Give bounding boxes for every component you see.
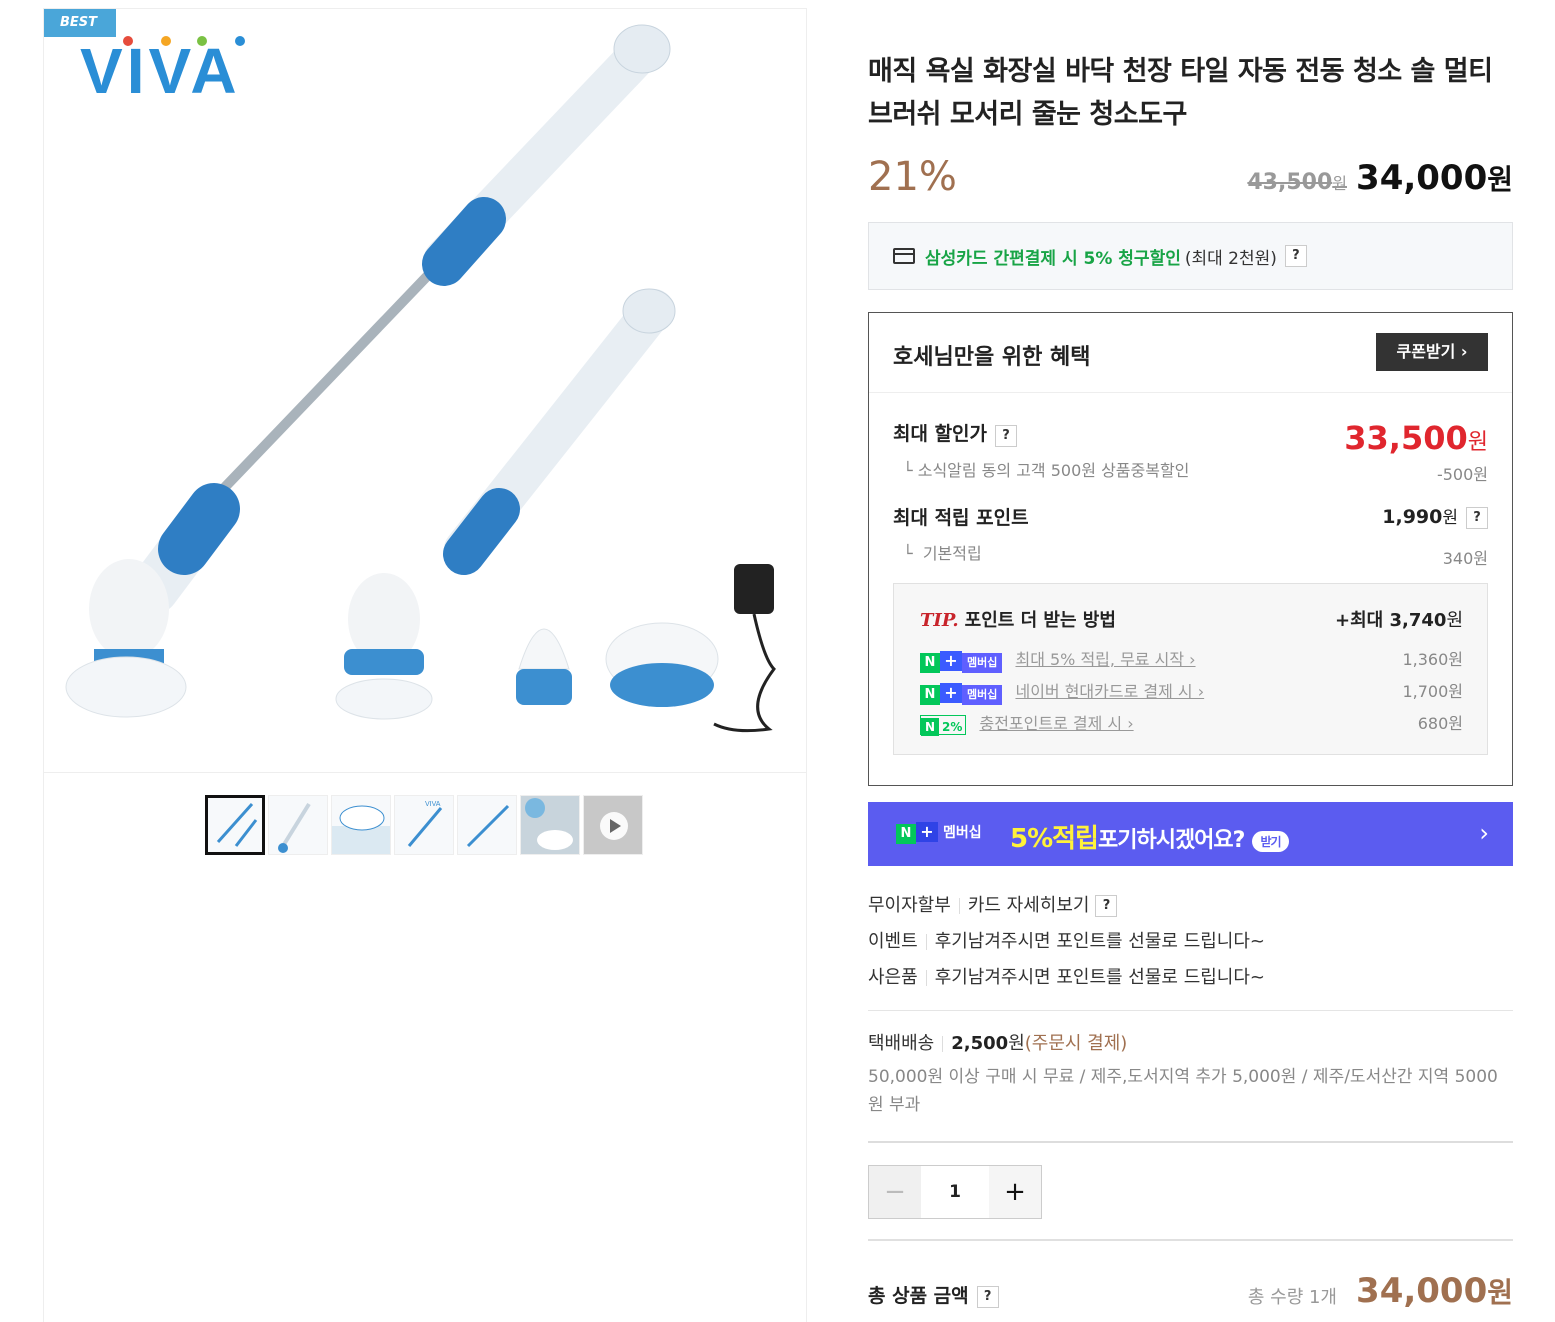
thumbnail-1[interactable] [205, 795, 265, 855]
shipping-method: 택배배송 [868, 1033, 935, 1054]
max-discount-help-button[interactable]: ? [995, 424, 1018, 447]
extra-info: 무이자할부 카드 자세히보기? 이벤트 후기남겨주시면 포인트를 선물로 드립니다~… [868, 888, 1513, 996]
quantity-input[interactable]: 1 [921, 1166, 989, 1218]
thumbnail-5[interactable] [457, 795, 517, 855]
total-help-button[interactable]: ? [976, 1285, 999, 1308]
points-sub-amount: 340원 [1442, 549, 1488, 568]
svg-text:VIVA: VIVA [80, 35, 241, 103]
final-price: 34,000원 [1356, 158, 1513, 198]
svg-text:VIVA: VIVA [425, 801, 441, 808]
thumbnail-2[interactable] [268, 795, 328, 855]
gift-text: 후기남겨주시면 포인트를 선물로 드립니다~ [934, 967, 1266, 988]
shipping-fee: 2,500 [951, 1033, 1009, 1054]
thumbnail-4[interactable]: VIVA [394, 795, 454, 855]
product-title: 매직 욕실 화장실 바닥 천장 타일 자동 전동 청소 솔 멀티 브러쉬 모서리… [868, 56, 1493, 130]
shipping-description: 50,000원 이상 구매 시 무료 / 제주,도서지역 추가 5,000원 /… [868, 1067, 1498, 1115]
tip-title: TIP. 포인트 더 받는 방법 [920, 610, 1116, 631]
price-row: 21% 43,500원 34,000원 [868, 150, 1513, 210]
max-discount-row: 최대 할인가? └ 소식알림 동의 고객 500원 상품중복할인 33,500원… [893, 419, 1488, 484]
total-row: 총 상품 금액? 총 수량 1개 34,000원 [868, 1241, 1513, 1321]
viva-logo: VIVA [80, 35, 245, 103]
installment-label: 무이자할부 [868, 895, 951, 916]
shipping-row: 택배배송 2,500원(주문시 결제) [868, 1033, 1128, 1054]
max-discount-price: 33,500원 [1344, 419, 1488, 457]
shipping-note: (주문시 결제) [1024, 1033, 1128, 1054]
benefit-header: 호세님만을 위한 혜택 쿠폰받기 › [869, 313, 1512, 393]
event-label: 이벤트 [868, 931, 918, 952]
membership-get-button[interactable]: 받기 [1252, 830, 1289, 852]
naver-plus-membership-badge: N + 멤버십 [920, 650, 1003, 673]
tip-item[interactable]: N + 멤버십 최대 5% 적립, 무료 시작 › 1,360원 [920, 646, 1463, 673]
tip-total: +최대 3,740원 [1335, 610, 1463, 631]
points-label: 최대 적립 포인트 [893, 507, 1029, 529]
brush-product-illustration [65, 24, 776, 733]
card-promo-highlight: 삼성카드 간편결제 시 5% 청구할인 [925, 248, 1181, 269]
total-label: 총 상품 금액? [868, 1281, 999, 1308]
naver-plus-membership-badge: N + 멤버십 [896, 822, 987, 844]
benefit-box: 호세님만을 위한 혜택 쿠폰받기 › 최대 할인가? └ 소식알림 동의 고객 … [868, 312, 1513, 786]
tip-box: TIP. 포인트 더 받는 방법 +최대 3,740원 N + 멤버십 최대 5% 적… [893, 583, 1488, 755]
quantity-plus-button[interactable]: + [989, 1166, 1041, 1218]
thumbnail-3[interactable] [331, 795, 391, 855]
thumbnail-6[interactable] [520, 795, 580, 855]
quantity-stepper: − 1 + [868, 1165, 1042, 1219]
product-info: 매직 욕실 화장실 바닥 천장 타일 자동 전동 청소 솔 멀티 브러쉬 모서리… [868, 50, 1513, 1321]
max-discount-sub: └ 소식알림 동의 고객 500원 상품중복할인 [903, 460, 1190, 480]
card-detail-help-button[interactable]: ? [1095, 895, 1118, 917]
shipping-info: 택배배송 2,500원(주문시 결제) 50,000원 이상 구매 시 무료 / … [868, 1010, 1513, 1119]
benefit-title: 호세님만을 위한 혜택 [893, 345, 1091, 370]
naver-plus-membership-badge: N + 멤버십 [920, 682, 1003, 705]
quantity-minus-button[interactable]: − [869, 1166, 921, 1218]
points-row: 최대 적립 포인트 └ 기본적립 1,990원? 340원 [893, 503, 1488, 568]
card-promo-help-button[interactable]: ? [1284, 245, 1307, 267]
card-promotion: 삼성카드 간편결제 시 5% 청구할인 (최대 2천원) ? [868, 222, 1513, 290]
total-count: 총 수량 1개 [1247, 1287, 1337, 1308]
credit-card-icon [893, 248, 915, 264]
membership-banner-text: 5%적립포기하시겠어요? 받기 [1010, 818, 1289, 855]
divider [868, 1141, 1513, 1143]
event-row: 이벤트 후기남겨주시면 포인트를 선물로 드립니다~ [868, 924, 1513, 960]
naver-pay-points-badge: N 2% [920, 714, 967, 736]
event-text: 후기남겨주시면 포인트를 선물로 드립니다~ [934, 931, 1266, 952]
card-promo-note: (최대 2천원) [1184, 248, 1277, 269]
points-help-button[interactable]: ? [1466, 506, 1488, 529]
original-price: 43,500원 [1247, 170, 1347, 195]
tip-item[interactable]: N + 멤버십 네이버 현대카드로 결제 시 › 1,700원 [920, 678, 1463, 705]
thumbnail-strip: VIVA [205, 795, 646, 855]
max-discount-label: 최대 할인가 [893, 423, 988, 445]
coupon-button[interactable]: 쿠폰받기 › [1376, 333, 1488, 371]
card-detail-link[interactable]: 카드 자세히보기 [968, 895, 1090, 916]
chevron-right-icon: › [1479, 819, 1489, 847]
discount-rate: 21% [868, 154, 957, 200]
max-discount-sub-amount: -500원 [1436, 465, 1488, 484]
total-price: 34,000원 [1356, 1271, 1513, 1311]
main-product-image[interactable]: BEST VIVA [44, 9, 806, 773]
gift-label: 사은품 [868, 967, 918, 988]
points-sub: └ 기본적립 [903, 544, 982, 563]
installment-row: 무이자할부 카드 자세히보기? [868, 888, 1513, 924]
tip-item[interactable]: N 2% 충전포인트로 결제 시 › 680원 [920, 710, 1463, 736]
thumbnail-video[interactable] [583, 795, 643, 855]
gift-row: 사은품 후기남겨주시면 포인트를 선물로 드립니다~ [868, 960, 1513, 996]
points-value: 1,990원? [1382, 503, 1488, 529]
product-gallery: BEST VIVA VIVA [43, 8, 807, 1322]
membership-banner[interactable]: N + 멤버십 5%적립포기하시겠어요? 받기 › [868, 802, 1513, 866]
